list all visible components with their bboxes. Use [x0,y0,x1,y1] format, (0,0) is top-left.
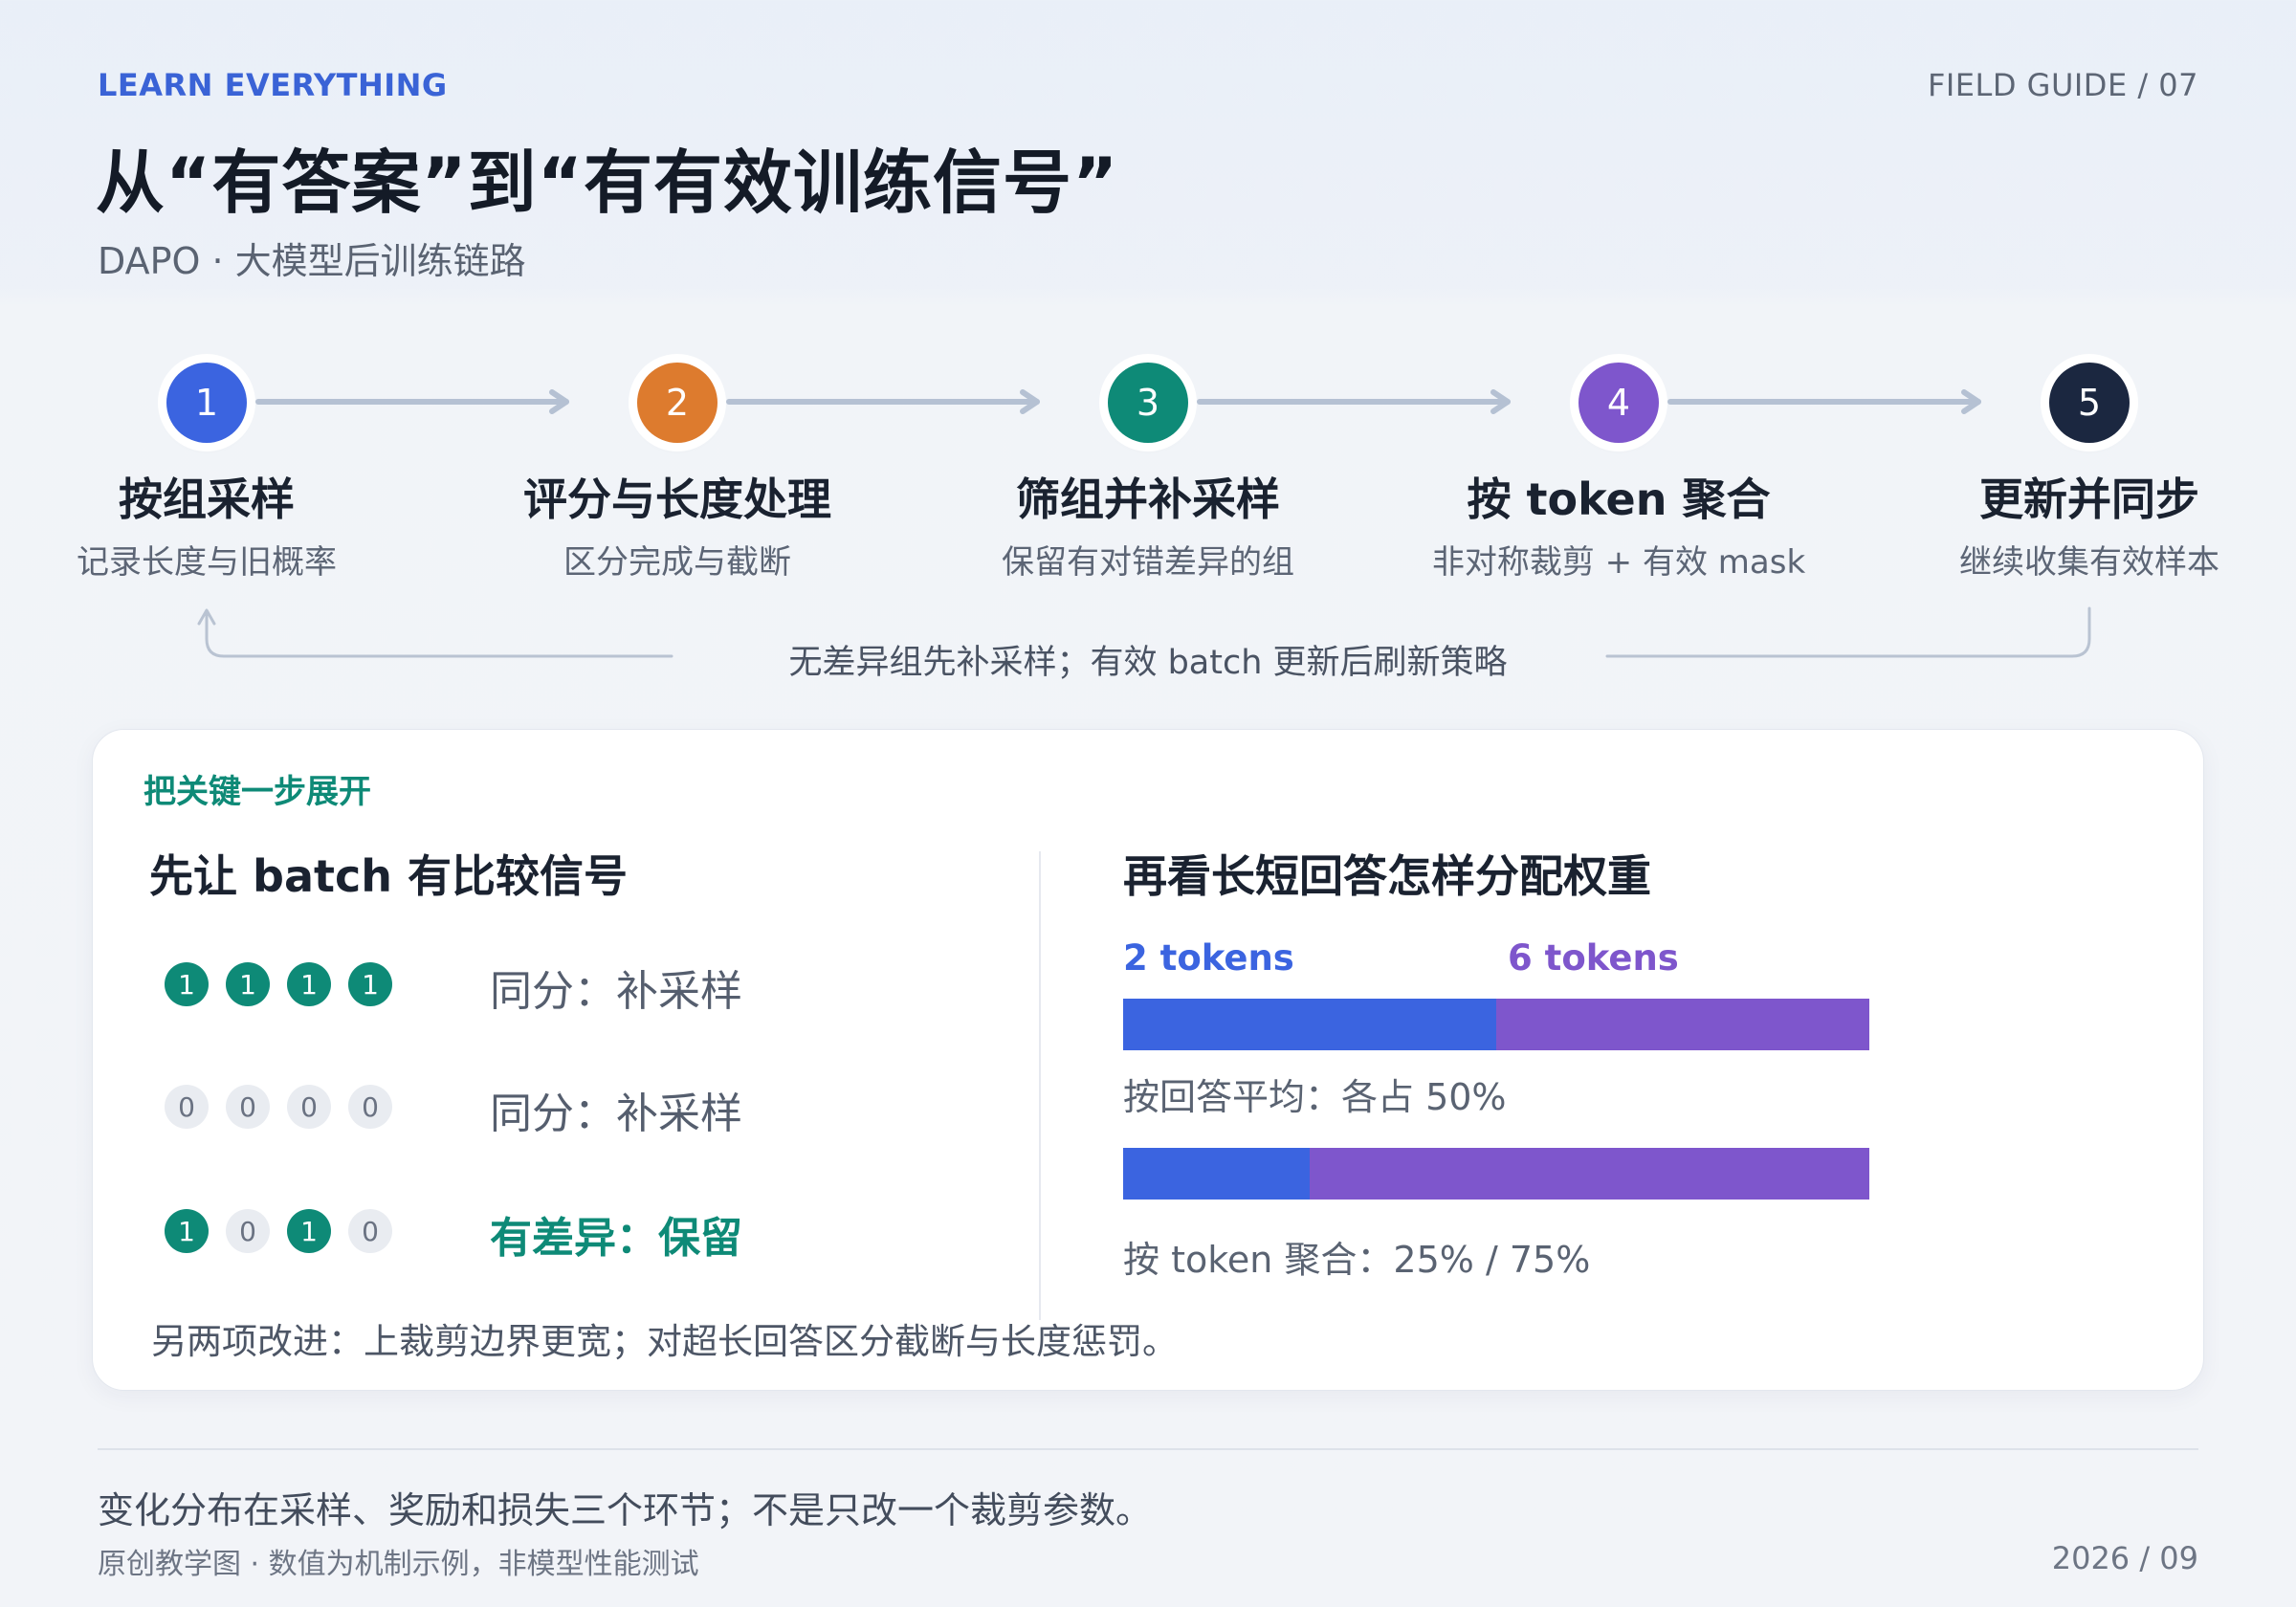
score-dot-0: 0 [287,1085,331,1129]
score-dot-1: 1 [226,962,270,1006]
right-section-title: 再看长短回答怎样分配权重 [1123,850,1651,902]
loop-arrow-right [1605,606,2091,658]
long-answer-label: 6 tokens [1508,937,1679,979]
row-2-label: 同分：补采样 [490,1090,742,1138]
row-3-label: 有差异：保留 [490,1214,742,1263]
footer-source: 原创教学图 · 数值为机制示例，非模型性能测试 [98,1548,699,1581]
left-section-title: 先让 batch 有比较信号 [149,850,629,902]
score-dot-0: 0 [226,1085,270,1129]
footer-divider [98,1448,2198,1450]
step-5-circle: 5 [2049,363,2130,443]
bar-caption-avg: 按回答平均：各占 50% [1123,1076,1507,1118]
guide-label: FIELD GUIDE / 07 [1927,67,2198,103]
step-2-circle: 2 [637,363,718,443]
loop-arrow-left [205,610,673,658]
weight-bar-token-long [1310,1148,1869,1200]
footer-summary: 变化分布在采样、奖励和损失三个环节；不是只改一个裁剪参数。 [98,1489,1153,1531]
step-2-title: 评分与长度处理 [523,473,831,525]
loop-text: 无差异组先补采样；有效 batch 更新后刷新策略 [788,644,1508,682]
step-5-sub: 继续收集有效样本 [1959,543,2219,582]
improvement-note: 另两项改进：上裁剪边界更宽；对超长回答区分截断与长度惩罚。 [151,1321,1178,1362]
step-1-title: 按组采样 [119,473,295,525]
step-2-sub: 区分完成与截断 [563,543,791,582]
bar-caption-token: 按 token 聚合：25% / 75% [1123,1239,1591,1281]
step-4-circle: 4 [1578,363,1659,443]
score-dot-1: 1 [165,962,209,1006]
score-dot-1: 1 [165,1209,209,1253]
step-5-title: 更新并同步 [1979,473,2199,525]
step-4-sub: 非对称裁剪 + 有效 mask [1431,543,1806,582]
weight-bar-token-short [1123,1148,1310,1200]
score-dot-0: 0 [226,1209,270,1253]
score-dot-0: 0 [165,1085,209,1129]
weight-bar-avg-short [1123,999,1496,1050]
step-3-circle: 3 [1108,363,1188,443]
short-answer-label: 2 tokens [1123,937,1294,979]
footer-date: 2026 / 09 [2051,1540,2198,1576]
score-dot-1: 1 [287,962,331,1006]
step-3-sub: 保留有对错差异的组 [1002,543,1294,582]
card-kicker: 把关键一步展开 [144,773,371,811]
step-1-circle: 1 [166,363,247,443]
score-dot-0: 0 [348,1085,392,1129]
page-title: 从“有答案”到“有有效训练信号” [96,143,1119,223]
detail-card [92,729,2204,1391]
score-dot-1: 1 [287,1209,331,1253]
kicker: LEARN EVERYTHING [98,67,448,103]
step-4-title: 按 token 聚合 [1467,473,1771,525]
page-subtitle: DAPO · 大模型后训练链路 [98,240,526,282]
section-divider [1039,851,1041,1320]
score-dot-1: 1 [348,962,392,1006]
weight-bar-avg-long [1496,999,1869,1050]
step-3-title: 筛组并补采样 [1016,473,1280,525]
step-1-sub: 记录长度与旧概率 [77,543,337,582]
row-1-label: 同分：补采样 [490,967,742,1016]
score-dot-0: 0 [348,1209,392,1253]
